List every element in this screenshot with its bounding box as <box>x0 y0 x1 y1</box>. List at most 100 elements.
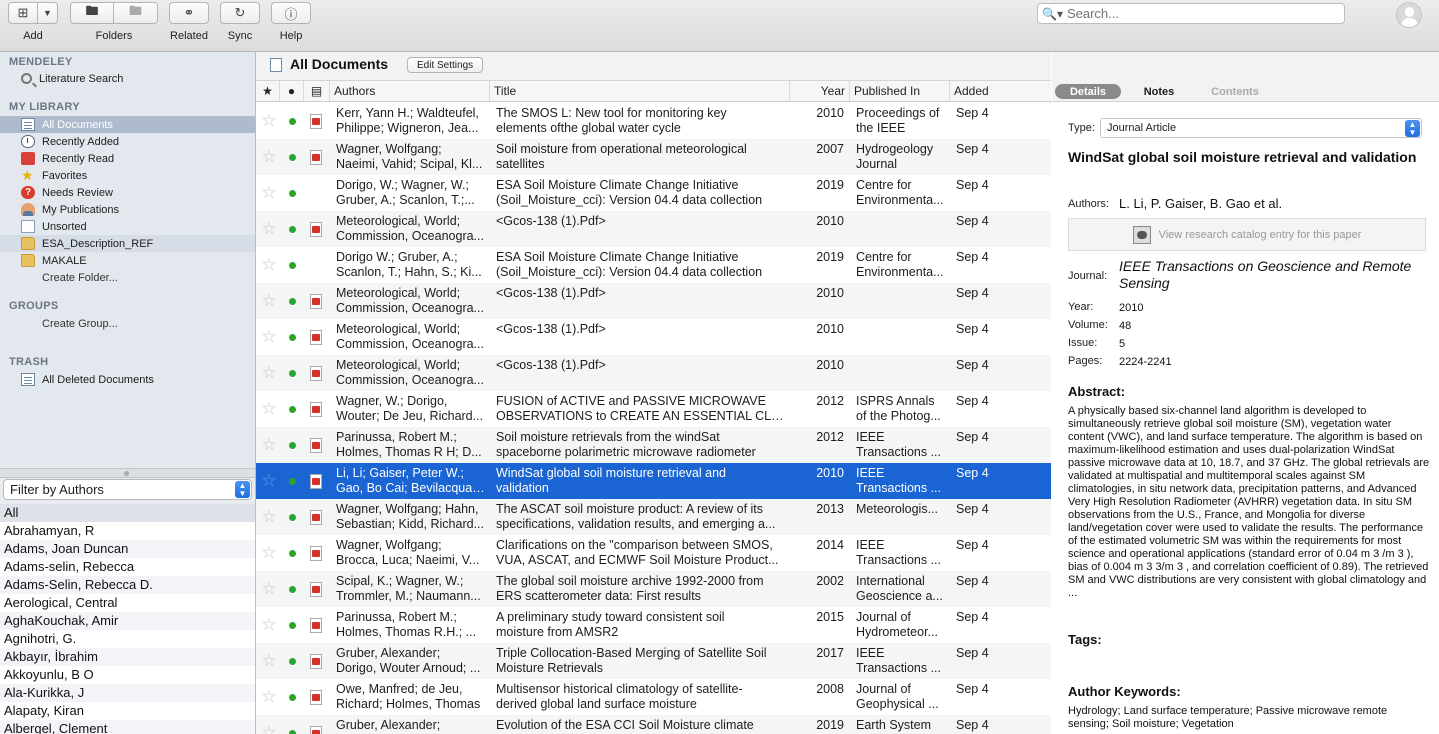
column-year[interactable]: Year <box>790 81 850 102</box>
column-title[interactable]: Title <box>490 81 790 102</box>
read-status-dot-icon[interactable] <box>289 226 296 233</box>
author-filter-item[interactable]: Aerological, Central <box>0 594 255 612</box>
column-authors[interactable]: Authors <box>330 81 490 102</box>
read-status-dot-icon[interactable] <box>289 190 296 197</box>
pdf-icon[interactable] <box>310 402 322 417</box>
column-file[interactable]: ▤ <box>304 81 330 102</box>
author-filter-item[interactable]: Alapaty, Kiran <box>0 702 255 720</box>
read-status-dot-icon[interactable] <box>289 730 296 734</box>
pdf-icon[interactable] <box>310 618 322 633</box>
table-row[interactable]: ☆ Meteorological, World; Commission, Ocean… <box>256 211 1051 247</box>
author-filter-item[interactable]: Akkoyunlu, B O <box>0 666 255 684</box>
author-filter-item[interactable]: Abrahamyan, R <box>0 522 255 540</box>
pdf-icon[interactable] <box>310 114 322 129</box>
tab-contents[interactable]: Contents <box>1200 84 1270 99</box>
favorite-star-icon[interactable]: ☆ <box>260 292 278 310</box>
volume-value[interactable]: 48 <box>1119 320 1131 332</box>
remove-folder-button[interactable]: 🖿 <box>114 2 158 24</box>
column-read-status[interactable]: ● <box>280 81 304 102</box>
pdf-icon[interactable] <box>310 582 322 597</box>
table-row[interactable]: ☆ Wagner, W.; Dorigo, Wouter; De Jeu, Rich… <box>256 391 1051 427</box>
user-avatar[interactable] <box>1396 2 1422 28</box>
sidebar-item-recently-read[interactable]: Recently Read <box>0 150 255 167</box>
column-favorite[interactable]: ★ <box>256 81 280 102</box>
pdf-icon[interactable] <box>310 546 322 561</box>
read-status-dot-icon[interactable] <box>289 118 296 125</box>
author-filter-item[interactable]: Akbayır, İbrahim <box>0 648 255 666</box>
favorite-star-icon[interactable]: ☆ <box>260 652 278 670</box>
table-row[interactable]: ☆ Li, Li; Gaiser, Peter W.; Gao, Bo Cai; B… <box>256 463 1051 499</box>
read-status-dot-icon[interactable] <box>289 550 296 557</box>
pdf-icon[interactable] <box>310 438 322 453</box>
edit-settings-button[interactable]: Edit Settings <box>407 57 484 73</box>
create-group-link[interactable]: Create Group... <box>0 315 255 332</box>
favorite-star-icon[interactable]: ☆ <box>260 364 278 382</box>
journal-value[interactable]: IEEE Transactions on Geoscience and Remo… <box>1119 258 1419 292</box>
author-filter-item[interactable]: Adams, Joan Duncan <box>0 540 255 558</box>
author-filter-item[interactable]: Adams-selin, Rebecca <box>0 558 255 576</box>
table-row[interactable]: ☆ Gruber, Alexander; Evolution of the ESA … <box>256 715 1051 734</box>
add-button[interactable]: ⊞ <box>8 2 38 24</box>
favorite-star-icon[interactable]: ☆ <box>260 724 278 734</box>
sidebar-item-literature-search[interactable]: Literature Search <box>0 70 255 87</box>
table-row[interactable]: ☆ Parinussa, Robert M.; Holmes, Thomas R.H… <box>256 607 1051 643</box>
sidebar-item-recently-added[interactable]: Recently Added <box>0 133 255 150</box>
pages-value[interactable]: 2224-2241 <box>1119 356 1172 368</box>
year-value[interactable]: 2010 <box>1119 302 1143 314</box>
author-filter-item[interactable]: AghaKouchak, Amir <box>0 612 255 630</box>
favorite-star-icon[interactable]: ☆ <box>260 436 278 454</box>
read-status-dot-icon[interactable] <box>289 586 296 593</box>
read-status-dot-icon[interactable] <box>289 298 296 305</box>
table-row[interactable]: ☆ Wagner, Wolfgang; Naeimi, Vahid; Scipal,… <box>256 139 1051 175</box>
pdf-icon[interactable] <box>310 510 322 525</box>
table-row[interactable]: ☆ Wagner, Wolfgang; Brocca, Luca; Naeimi, … <box>256 535 1051 571</box>
sidebar-item-needs-review[interactable]: ? Needs Review <box>0 184 255 201</box>
pdf-icon[interactable] <box>310 474 322 489</box>
author-filter-item[interactable]: Agnihotri, G. <box>0 630 255 648</box>
paper-title[interactable]: WindSat global soil moisture retrieval a… <box>1068 148 1418 166</box>
column-published-in[interactable]: Published In <box>850 81 950 102</box>
read-status-dot-icon[interactable] <box>289 334 296 341</box>
table-row[interactable]: ☆ Kerr, Yann H.; Waldteufel, Philippe; Wig… <box>256 103 1051 139</box>
favorite-star-icon[interactable]: ☆ <box>260 688 278 706</box>
favorite-star-icon[interactable]: ☆ <box>260 256 278 274</box>
table-row[interactable]: ☆ Meteorological, World; Commission, Ocean… <box>256 355 1051 391</box>
search-input[interactable] <box>1066 6 1337 21</box>
favorite-star-icon[interactable]: ☆ <box>260 544 278 562</box>
add-menu-button[interactable]: ▼ <box>38 2 58 24</box>
sidebar-splitter[interactable] <box>0 468 255 478</box>
sidebar-item-unsorted[interactable]: Unsorted <box>0 218 255 235</box>
table-row[interactable]: ☆ Dorigo W.; Gruber, A.; Scanlon, T.; Hahn… <box>256 247 1051 283</box>
pdf-icon[interactable] <box>310 654 322 669</box>
pdf-icon[interactable] <box>310 294 322 309</box>
sidebar-item-esa-description-ref[interactable]: ESA_Description_REF <box>0 235 255 252</box>
favorite-star-icon[interactable]: ☆ <box>260 184 278 202</box>
favorite-star-icon[interactable]: ☆ <box>260 616 278 634</box>
author-filter-item[interactable]: All <box>0 504 255 522</box>
sidebar-item-favorites[interactable]: ★ Favorites <box>0 167 255 184</box>
author-filter-item[interactable]: Ala-Kurikka, J <box>0 684 255 702</box>
read-status-dot-icon[interactable] <box>289 442 296 449</box>
favorite-star-icon[interactable]: ☆ <box>260 328 278 346</box>
favorite-star-icon[interactable]: ☆ <box>260 220 278 238</box>
favorite-star-icon[interactable]: ☆ <box>260 148 278 166</box>
read-status-dot-icon[interactable] <box>289 262 296 269</box>
favorite-star-icon[interactable]: ☆ <box>260 580 278 598</box>
read-status-dot-icon[interactable] <box>289 658 296 665</box>
column-added[interactable]: Added <box>950 81 1051 102</box>
favorite-star-icon[interactable]: ☆ <box>260 472 278 490</box>
read-status-dot-icon[interactable] <box>289 514 296 521</box>
related-button[interactable]: ⚭ <box>169 2 209 24</box>
sidebar-item-my-publications[interactable]: My Publications <box>0 201 255 218</box>
sidebar-item-all-deleted-documents[interactable]: All Deleted Documents <box>0 371 255 388</box>
sync-button[interactable]: ↻ <box>220 2 260 24</box>
table-row[interactable]: ☆ Scipal, K.; Wagner, W.; Trommler, M.; Na… <box>256 571 1051 607</box>
type-select[interactable]: Journal Article ▲ ▼ <box>1100 118 1422 138</box>
read-status-dot-icon[interactable] <box>289 370 296 377</box>
favorite-star-icon[interactable]: ☆ <box>260 112 278 130</box>
tab-details[interactable]: Details <box>1055 84 1121 99</box>
table-row[interactable]: ☆ Owe, Manfred; de Jeu, Richard; Holmes, T… <box>256 679 1051 715</box>
read-status-dot-icon[interactable] <box>289 406 296 413</box>
sidebar-item-all-documents[interactable]: All Documents <box>0 116 255 133</box>
filter-select[interactable]: Filter by Authors ▲ ▼ <box>3 479 252 500</box>
